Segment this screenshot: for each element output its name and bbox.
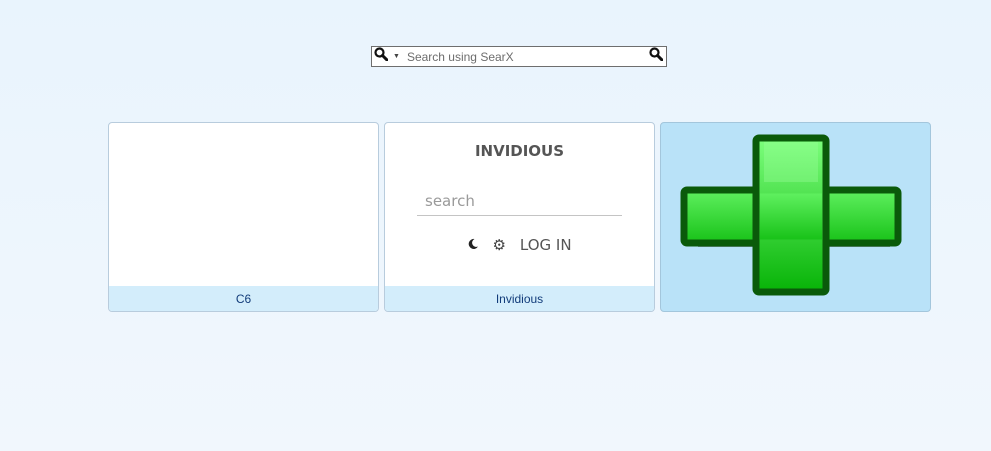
invidious-search-input[interactable]	[417, 186, 622, 216]
invidious-actions: ⚙ LOG IN	[385, 235, 654, 254]
settings-button[interactable]: ⚙	[492, 236, 505, 254]
add-tile-button[interactable]	[660, 122, 931, 312]
green-plus-icon	[680, 134, 912, 303]
searx-search-input[interactable]	[404, 47, 649, 66]
tile-invidious[interactable]: INVIDIOUS ⚙ LOG IN Invidious	[384, 122, 655, 312]
login-button[interactable]: LOG IN	[520, 236, 572, 254]
tile-caption: Invidious	[385, 286, 654, 311]
magnifier-icon	[374, 47, 389, 66]
search-submit-button[interactable]	[649, 47, 666, 66]
search-engine-selector[interactable]: ▼	[372, 47, 405, 66]
theme-toggle-button[interactable]	[467, 235, 479, 254]
chevron-down-icon: ▼	[393, 53, 400, 60]
magnifier-icon	[649, 47, 664, 66]
tile-c6[interactable]: C6	[108, 122, 379, 312]
tile-caption: C6	[109, 286, 378, 311]
gear-icon: ⚙	[492, 235, 506, 254]
searx-search-bar: ▼	[371, 46, 667, 67]
moon-icon	[467, 235, 479, 254]
invidious-title: INVIDIOUS	[474, 142, 565, 160]
